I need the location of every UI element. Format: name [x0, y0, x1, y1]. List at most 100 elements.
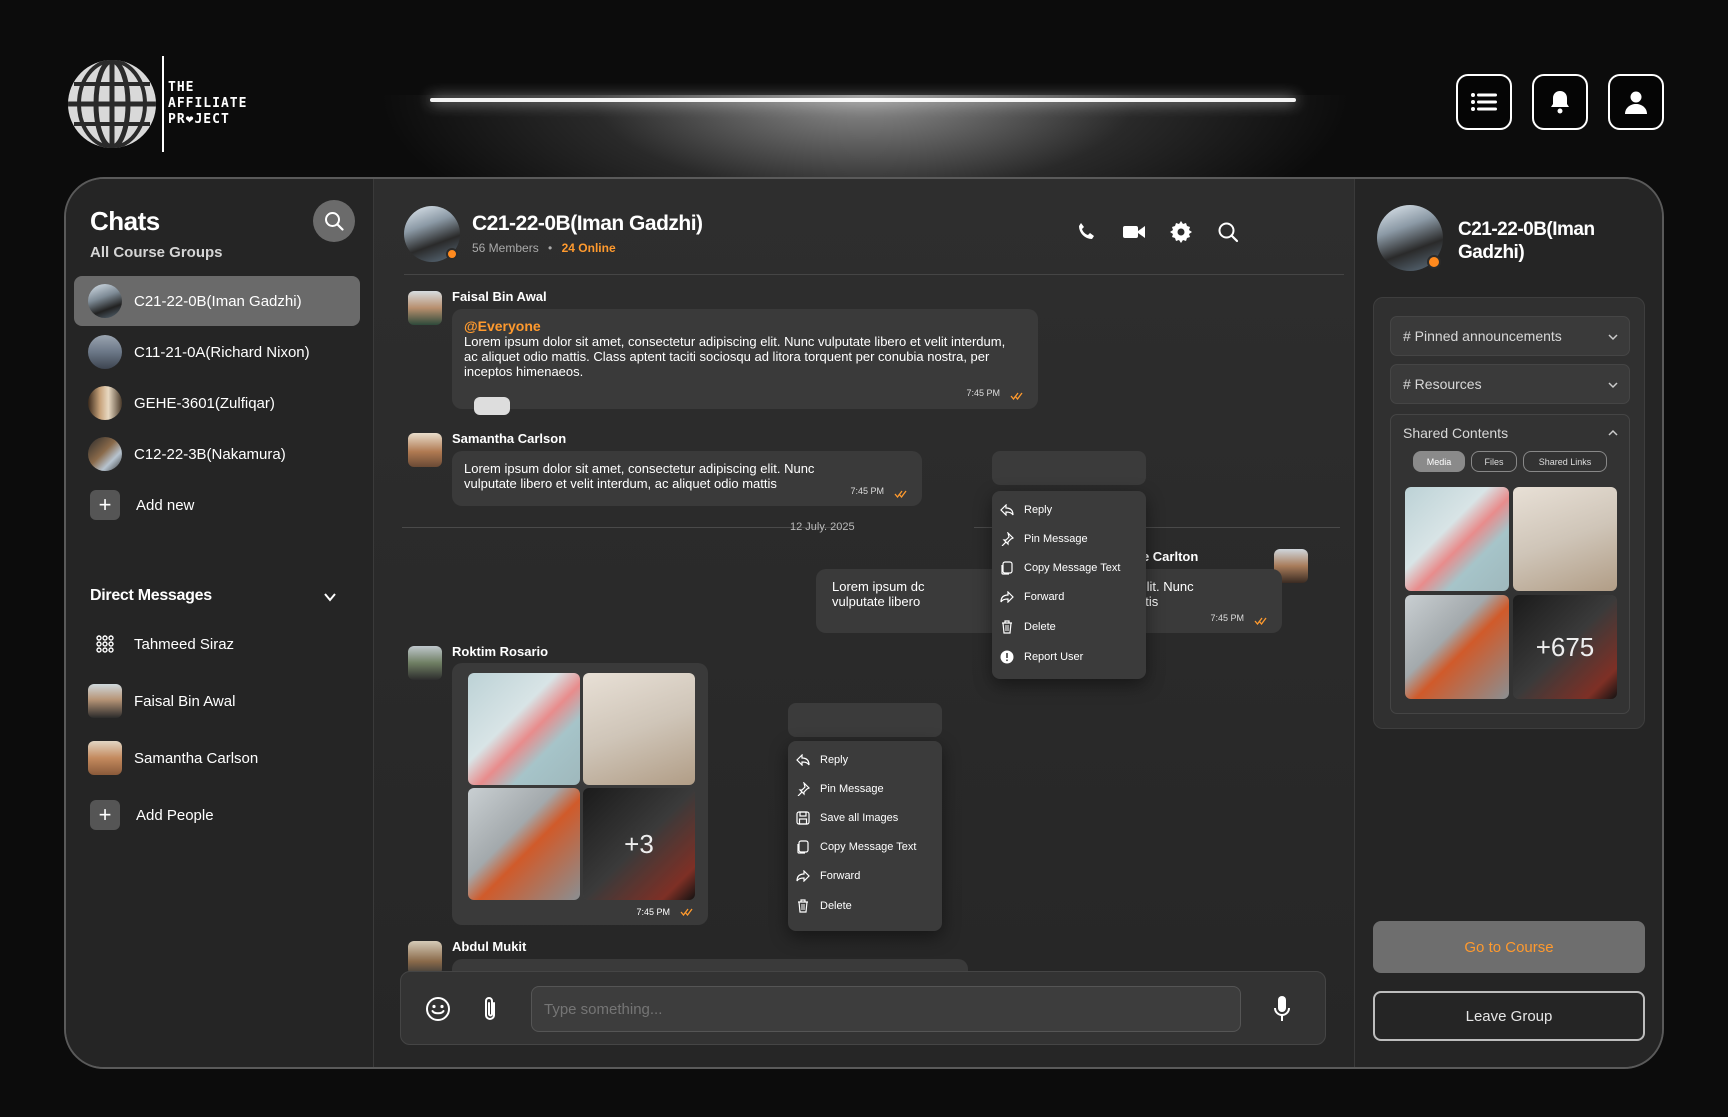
date-separator: 12 July. 2025	[790, 521, 855, 533]
dm-item[interactable]: Faisal Bin Awal	[74, 676, 360, 726]
direct-messages-title: Direct Messages	[90, 587, 212, 604]
message-text: Lorem ipsum dolor sit amet, consectetur …	[464, 334, 1006, 379]
tab-media[interactable]: Media	[1413, 451, 1465, 472]
menu-item-copy[interactable]: Copy Message Text	[796, 836, 916, 858]
sender-name: Roktim Rosario	[452, 644, 549, 659]
message-bubble[interactable]: Lorem ipsum dolor sit amet, consectetur …	[452, 451, 922, 506]
menu-item-report[interactable]: Report User	[1000, 646, 1083, 668]
microphone-icon[interactable]	[1273, 995, 1291, 1023]
brand-name: THE AFFILIATE PR❤JECT	[168, 80, 247, 128]
menu-item-save-images[interactable]: Save all Images	[796, 807, 898, 829]
menu-item-delete[interactable]: Delete	[1000, 616, 1056, 638]
dm-item[interactable]: Samantha Carlson	[74, 733, 360, 783]
reaction-pill[interactable]	[474, 397, 510, 415]
gear-icon[interactable]	[1168, 219, 1194, 245]
message-time: 7:45 PM	[1210, 613, 1244, 623]
sidebar-title: Chats	[90, 206, 160, 236]
menu-item-reply[interactable]: Reply	[796, 749, 848, 771]
add-new-button[interactable]: + Add new	[74, 480, 360, 530]
menu-item-pin[interactable]: Pin Message	[796, 778, 884, 800]
gallery-image[interactable]	[468, 788, 580, 900]
mention[interactable]: @Everyone	[464, 319, 1026, 334]
group-item[interactable]: C21-22-0B(Iman Gadzhi)	[74, 276, 360, 326]
go-to-course-button[interactable]: Go to Course	[1373, 921, 1645, 973]
dm-avatar	[88, 684, 122, 718]
header-divider	[404, 274, 1344, 275]
more-images-count: +3	[583, 788, 695, 900]
emoji-icon[interactable]	[425, 996, 451, 1022]
dm-item[interactable]: Tahmeed Siraz	[74, 619, 360, 669]
composer	[400, 971, 1326, 1045]
brand-logo[interactable]: THE AFFILIATE PR❤JECT	[68, 56, 247, 152]
image-gallery[interactable]: +3 7:45 PM	[452, 663, 708, 925]
user-icon	[1625, 91, 1647, 114]
video-call-icon[interactable]	[1121, 219, 1147, 245]
media-thumbnail[interactable]	[1405, 595, 1509, 699]
notifications-button[interactable]	[1532, 74, 1588, 130]
chat-meta: 56 Members • 24 Online	[472, 241, 616, 255]
menu-label: Forward	[1024, 591, 1065, 603]
menu-header	[788, 703, 942, 737]
search-icon	[325, 212, 344, 231]
double-check-icon	[1010, 392, 1023, 400]
menu-item-delete[interactable]: Delete	[796, 895, 852, 917]
message-time: 7:45 PM	[850, 486, 884, 496]
add-people-button[interactable]: + Add People	[74, 790, 360, 840]
brand-line-3: PR❤JECT	[168, 112, 230, 127]
app-frame: Chats All Course Groups C21-22-0B(Iman G…	[64, 177, 1664, 1069]
menu-icon	[1471, 93, 1497, 111]
message-time: 7:45 PM	[636, 907, 670, 917]
resources-accordion[interactable]: # Resources	[1390, 364, 1630, 404]
gallery-image[interactable]	[468, 673, 580, 785]
date-divider	[402, 527, 842, 528]
paperclip-icon[interactable]	[481, 995, 499, 1023]
group-label: C21-22-0B(Iman Gadzhi)	[134, 292, 302, 310]
tab-shared-links[interactable]: Shared Links	[1523, 451, 1607, 472]
chevron-down-icon[interactable]	[322, 589, 338, 605]
chevron-up-icon[interactable]	[1607, 427, 1619, 439]
message-input[interactable]	[531, 986, 1241, 1032]
profile-button[interactable]	[1608, 74, 1664, 130]
copy-icon	[1001, 561, 1013, 575]
media-thumbnail-more[interactable]: +675	[1513, 595, 1617, 699]
group-item[interactable]: C11-21-0A(Richard Nixon)	[74, 327, 360, 377]
message-bubble[interactable]: @Everyone Lorem ipsum dolor sit amet, co…	[452, 309, 1038, 409]
double-check-icon	[894, 490, 907, 498]
brand-line-1: THE	[168, 80, 195, 95]
menu-label: Reply	[1024, 504, 1053, 516]
gallery-image[interactable]	[583, 673, 695, 785]
tab-files[interactable]: Files	[1471, 451, 1517, 472]
group-label: C11-21-0A(Richard Nixon)	[134, 343, 310, 361]
menu-item-copy[interactable]: Copy Message Text	[1000, 557, 1120, 579]
add-new-label: Add new	[136, 496, 195, 514]
group-info-panel: C21-22-0B(Iman Gadzhi) # Pinned announce…	[1354, 179, 1662, 1067]
sender-avatar	[408, 941, 442, 975]
gallery-image-more[interactable]: +3	[583, 788, 695, 900]
media-thumbnail[interactable]	[1405, 487, 1509, 591]
sender-name: Faisal Bin Awal	[452, 289, 547, 304]
online-status-dot	[1427, 255, 1441, 269]
menu-item-forward[interactable]: Forward	[796, 865, 860, 887]
pinned-announcements-accordion[interactable]: # Pinned announcements	[1390, 316, 1630, 356]
menu-item-reply[interactable]: Reply	[1000, 499, 1052, 521]
sender-avatar	[408, 646, 442, 680]
sidebar-search-button[interactable]	[313, 200, 355, 242]
context-menu: Reply Pin Message Save all Images Copy M…	[788, 741, 942, 931]
search-icon[interactable]	[1215, 219, 1241, 245]
chat-panel: C21-22-0B(Iman Gadzhi) 56 Members • 24 O…	[374, 179, 1358, 1067]
dm-label: Samantha Carlson	[134, 749, 259, 767]
leave-group-button[interactable]: Leave Group	[1373, 991, 1645, 1041]
menu-button[interactable]	[1456, 74, 1512, 130]
sidebar-subtitle: All Course Groups	[90, 244, 223, 261]
group-item[interactable]: GEHE-3601(Zulfiqar)	[74, 378, 360, 428]
apps-icon	[88, 627, 122, 661]
phone-icon[interactable]	[1074, 219, 1100, 245]
pin-icon	[1001, 532, 1014, 546]
menu-item-pin[interactable]: Pin Message	[1000, 528, 1088, 550]
reply-icon	[1000, 504, 1014, 516]
menu-item-forward[interactable]: Forward	[1000, 586, 1064, 608]
group-item[interactable]: C12-22-3B(Nakamura)	[74, 429, 360, 479]
media-thumbnail[interactable]	[1513, 487, 1617, 591]
plus-icon: +	[90, 800, 120, 830]
chevron-down-icon	[1608, 382, 1618, 389]
